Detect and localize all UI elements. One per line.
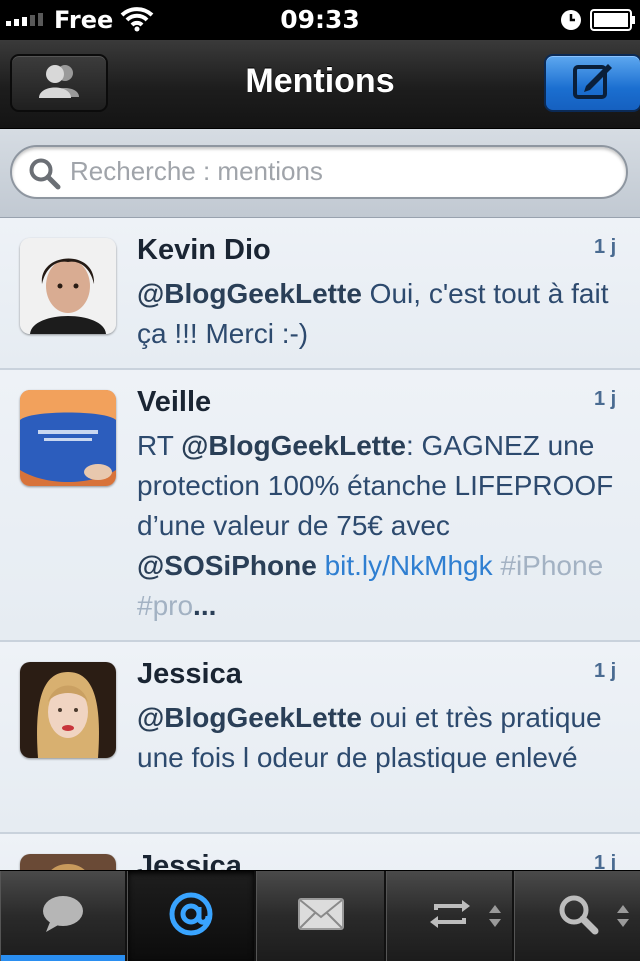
tweet-text-part: RT xyxy=(137,430,182,461)
sort-arrows-icon xyxy=(488,903,502,934)
tweet-ellipsis: ... xyxy=(193,590,217,621)
compose-icon xyxy=(572,61,614,106)
messages-envelope-icon xyxy=(297,897,345,936)
search-bar: Recherche : mentions xyxy=(0,129,640,218)
tweet-time: 1 j xyxy=(594,660,617,682)
tab-mentions[interactable] xyxy=(127,871,256,961)
tweet-mention[interactable]: @BlogGeekLette xyxy=(137,702,362,733)
search-placeholder: Recherche : mentions xyxy=(70,156,323,186)
mentions-list[interactable]: Kevin Dio 1 j @BlogGeekLette Oui, c'est … xyxy=(0,218,640,870)
status-bar: Free 09:33 xyxy=(0,0,640,40)
tweet-row[interactable]: Jessica 1 j xyxy=(0,834,640,870)
tweet-text-part xyxy=(317,550,325,581)
timeline-bubble-icon xyxy=(40,894,86,939)
tab-timeline[interactable] xyxy=(0,871,127,961)
retweets-icon xyxy=(426,896,474,937)
search-icon xyxy=(28,157,62,196)
tweet-link[interactable]: bit.ly/NkMhgk xyxy=(325,550,493,581)
tweet-time: 1 j xyxy=(594,852,617,870)
tweet-text: RT @BlogGeekLette: GAGNEZ une protection… xyxy=(137,426,627,626)
status-time: 09:33 xyxy=(280,5,360,34)
tab-underline xyxy=(1,955,125,961)
tweet-text: @BlogGeekLette oui et très pratique une … xyxy=(137,698,627,778)
search-input[interactable]: Recherche : mentions xyxy=(10,145,628,199)
avatar[interactable] xyxy=(20,854,116,870)
tweet-row[interactable]: Kevin Dio 1 j @BlogGeekLette Oui, c'est … xyxy=(0,218,640,370)
tweet-author: Jessica xyxy=(137,850,242,870)
tab-retweets[interactable] xyxy=(386,871,514,961)
tweet-time: 1 j xyxy=(594,388,617,410)
tab-search[interactable] xyxy=(514,871,640,961)
tweet-text: @BlogGeekLette Oui, c'est tout à fait ça… xyxy=(137,274,627,354)
tweet-row[interactable]: Veille 1 j RT @BlogGeekLette: GAGNEZ une… xyxy=(0,370,640,642)
tweet-row[interactable]: Jessica 1 j @BlogGeekLette oui et très p… xyxy=(0,642,640,834)
avatar[interactable] xyxy=(20,390,116,486)
tweet-time: 1 j xyxy=(594,236,617,258)
mentions-at-icon xyxy=(168,891,214,942)
tab-bar xyxy=(0,870,640,961)
tweet-author: Veille xyxy=(137,386,212,418)
clock-icon xyxy=(560,9,582,35)
sort-arrows-icon xyxy=(616,903,630,934)
tweet-mention[interactable]: @SOSiPhone xyxy=(137,550,317,581)
avatar[interactable] xyxy=(20,662,116,758)
avatar[interactable] xyxy=(20,238,116,334)
navigation-bar: Mentions xyxy=(0,40,640,129)
search-icon xyxy=(557,893,599,940)
tweet-mention[interactable]: @BlogGeekLette xyxy=(181,430,406,461)
tab-messages[interactable] xyxy=(256,871,386,961)
compose-button[interactable] xyxy=(544,54,640,112)
tweet-author: Jessica xyxy=(137,658,242,690)
battery-icon xyxy=(590,9,636,35)
tweet-author: Kevin Dio xyxy=(137,234,271,266)
tweet-mention[interactable]: @BlogGeekLette xyxy=(137,278,362,309)
